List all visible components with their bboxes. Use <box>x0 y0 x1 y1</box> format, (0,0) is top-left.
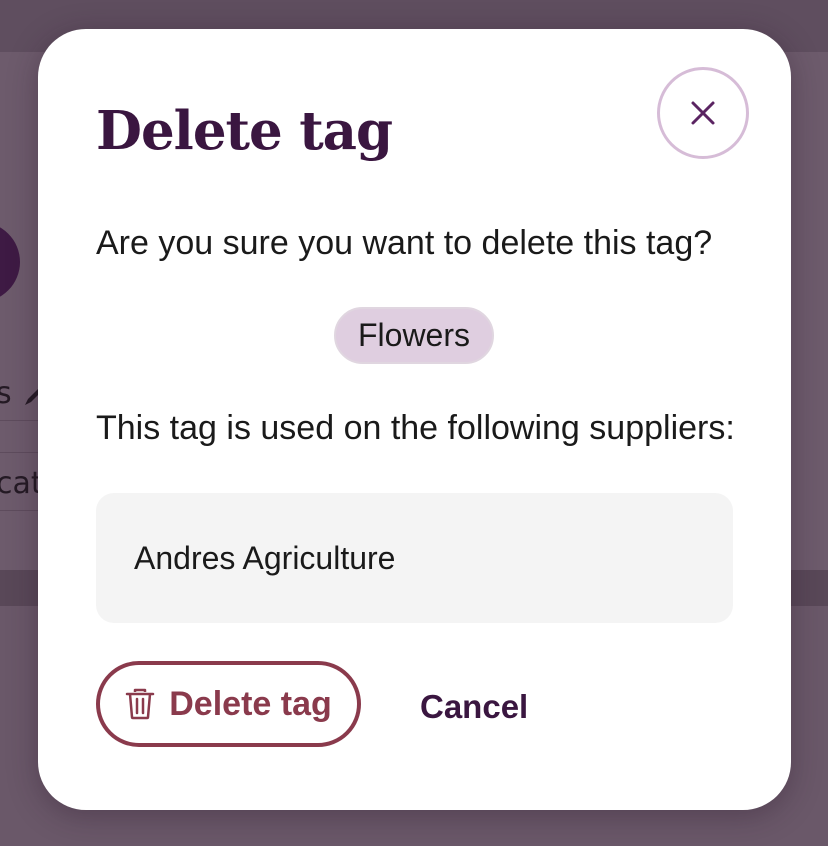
background-divider <box>0 452 40 453</box>
cancel-button[interactable]: Cancel <box>408 681 540 733</box>
delete-tag-dialog: Delete tag Are you sure you want to dele… <box>38 29 791 810</box>
background-partial-text: cat <box>0 466 43 501</box>
close-button[interactable] <box>657 67 749 159</box>
tag-chip: Flowers <box>334 307 494 364</box>
background-divider <box>0 510 40 511</box>
delete-button-label: Delete tag <box>169 684 332 723</box>
delete-tag-button[interactable]: Delete tag <box>96 661 361 747</box>
dialog-title: Delete tag <box>96 100 393 162</box>
background-partial-text: s <box>0 376 12 411</box>
trash-icon <box>126 688 155 720</box>
supplier-item: Andres Agriculture <box>134 540 396 576</box>
close-icon <box>691 101 715 125</box>
usage-description: This tag is used on the following suppli… <box>96 409 735 447</box>
confirmation-question: Are you sure you want to delete this tag… <box>96 224 713 262</box>
background-divider <box>0 420 40 421</box>
supplier-list: Andres Agriculture <box>96 493 733 623</box>
